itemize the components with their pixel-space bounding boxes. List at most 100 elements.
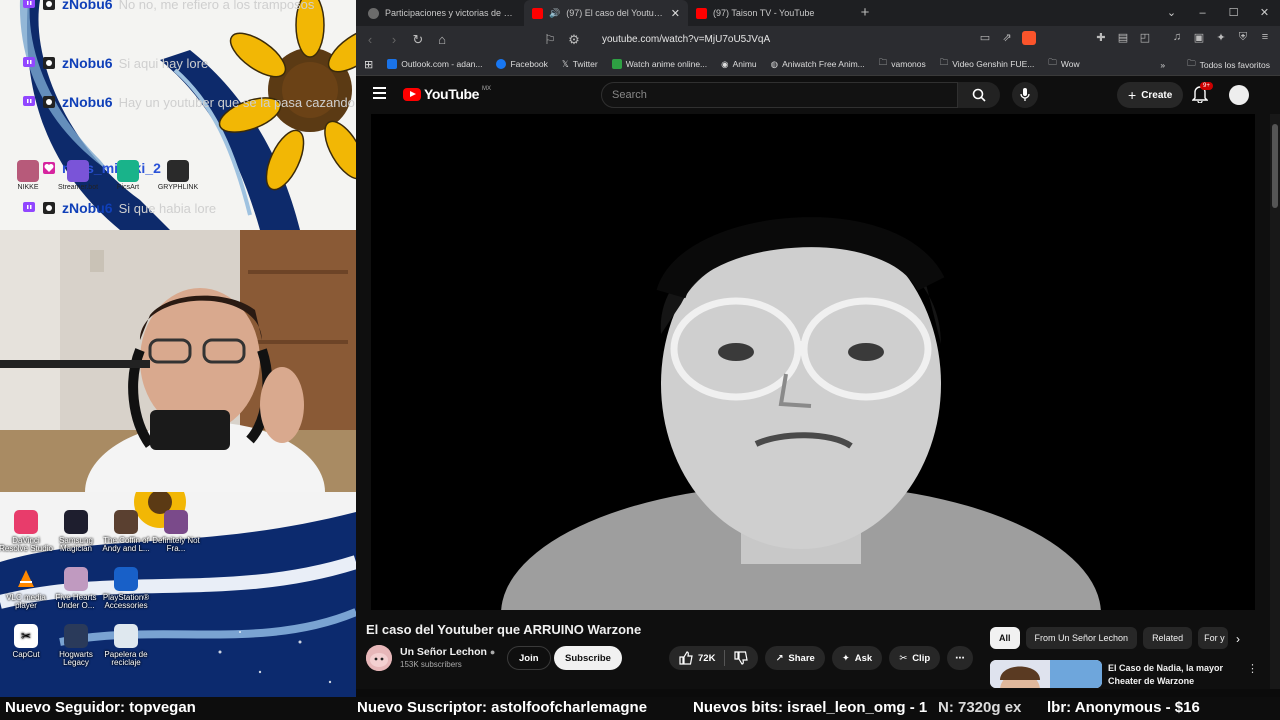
apps-grid-icon[interactable]: ⊞ <box>364 58 373 71</box>
bookmark-watch-anime[interactable]: Watch anime online... <box>611 59 707 69</box>
brave-shield-icon[interactable] <box>1022 31 1036 45</box>
tab-faker[interactable]: Participaciones y victorias de Faker <box>360 0 524 26</box>
leo-icon[interactable]: ✦ <box>1214 31 1228 45</box>
tabs-icon[interactable]: ▣ <box>1192 31 1206 45</box>
tab-taison[interactable]: (97) Taison TV - YouTube <box>688 0 852 26</box>
account-avatar[interactable] <box>1229 85 1249 105</box>
x-logo-icon: 𝕏 <box>561 58 569 69</box>
desktop-icon[interactable]: Samsung Magician <box>48 510 104 554</box>
sunflower-wallpaper <box>19 0 356 230</box>
tab-youtube-current[interactable]: 🔊 (97) El caso del Youtuber que ✕ <box>524 0 688 26</box>
folder-icon: 🗀 <box>1187 57 1196 68</box>
minimize-button[interactable]: – <box>1187 0 1218 26</box>
bookmark-facebook[interactable]: Facebook <box>496 59 548 69</box>
vpn-icon[interactable]: ⛨ <box>1236 31 1250 45</box>
app-icon <box>64 624 88 648</box>
bookmark-animu[interactable]: ◉ Animu <box>721 59 757 70</box>
like-button[interactable]: 72K <box>669 646 759 670</box>
create-button[interactable]: + Create <box>1117 82 1184 108</box>
search-button[interactable] <box>958 82 1000 108</box>
tab-strip: Participaciones y victorias de Faker 🔊 (… <box>356 0 1280 26</box>
desktop-icon[interactable]: GRYPHLINK <box>156 160 200 191</box>
new-tab-button[interactable]: + <box>852 0 878 26</box>
desktop-icon[interactable]: VLC media player <box>0 567 54 611</box>
recommended-thumbnail[interactable] <box>990 660 1102 688</box>
ticker-subscriber: Nuevo Suscriptor: astolfoofcharlemagne <box>357 699 648 716</box>
desktop-icon[interactable]: Papelera de reciclaje <box>98 624 154 668</box>
desktop-icon[interactable]: ✂ CapCut <box>0 624 54 659</box>
puzzle-icon[interactable]: ✚ <box>1094 31 1108 45</box>
user-badge-icon <box>42 201 56 215</box>
url-bar[interactable]: youtube.com/watch?v=MjU7oU5JVqA <box>602 34 770 45</box>
close-tab-icon[interactable]: ✕ <box>671 7 680 20</box>
sidebar-icon[interactable]: ▤ <box>1116 31 1130 45</box>
folder-icon: 🗀 <box>878 57 888 67</box>
share-button[interactable]: ↗ Share <box>765 646 825 670</box>
chip-all[interactable]: All <box>990 627 1020 649</box>
bookmark-folder-wow[interactable]: 🗀 Wow <box>1048 57 1079 71</box>
desktop-wallpaper: DaVinci Resolve Studio Samsung Magician … <box>0 492 356 697</box>
youtube-logo[interactable]: YouTube MX <box>403 86 491 102</box>
desktop-icon[interactable]: PlayStation® Accessories <box>98 567 154 611</box>
chevron-down-icon[interactable]: ⌄ <box>1156 0 1187 26</box>
desktop-icon[interactable]: Definitely Not Fra... <box>148 510 204 554</box>
bookmark-aniwatch[interactable]: ◍ Aniwatch Free Anim... <box>771 59 865 70</box>
desktop-icon[interactable]: Five Hearts Under O... <box>48 567 104 611</box>
wallet-icon[interactable]: ◰ <box>1138 31 1152 45</box>
bookmark-twitter[interactable]: 𝕏 Twitter <box>562 59 598 70</box>
desktop-icon[interactable]: PicsArt <box>106 160 150 191</box>
video-player[interactable] <box>371 114 1255 610</box>
bookmark-folder-vamonos[interactable]: 🗀 vamonos <box>879 57 926 71</box>
search-input[interactable]: Search <box>601 82 958 108</box>
bookmark-icon[interactable]: ⚐ <box>542 32 558 48</box>
scrollbar-thumb[interactable] <box>1272 124 1278 208</box>
more-actions-button[interactable]: ⋯ <box>947 646 973 670</box>
chip-from-channel[interactable]: From Un Señor Lechon <box>1025 627 1138 649</box>
share-icon[interactable]: ⇗ <box>1000 31 1014 45</box>
cast-icon[interactable]: ▭ <box>978 31 992 45</box>
playstation-icon <box>114 567 138 591</box>
desktop-icon[interactable]: Streamer.bot <box>56 160 100 191</box>
clip-button[interactable]: ✂ Clip <box>889 646 941 670</box>
site-info-icon[interactable]: ⚙ <box>566 32 582 48</box>
desktop-icon[interactable]: Hogwarts Legacy <box>48 624 104 668</box>
chip-for-you[interactable]: For y <box>1198 627 1229 649</box>
join-button[interactable]: Join <box>507 646 551 670</box>
close-window-button[interactable]: ✕ <box>1249 0 1280 26</box>
ticker-overlap: N: 7320g ex <box>938 699 1022 716</box>
forward-icon[interactable]: › <box>386 32 402 47</box>
all-bookmarks[interactable]: » 🗀 Todos los favoritos <box>1160 53 1270 76</box>
back-icon[interactable]: ‹ <box>362 32 378 47</box>
desktop-icon[interactable]: The Coffin of Andy and L... <box>98 510 154 554</box>
outlook-icon <box>387 59 398 69</box>
capcut-icon: ✂ <box>14 624 38 648</box>
chat-text: Si que habia lore <box>118 200 217 216</box>
thumbs-down-icon[interactable] <box>734 651 749 665</box>
anime-site-icon <box>611 59 622 69</box>
hamburger-menu-icon[interactable] <box>373 87 386 102</box>
desktop-icon[interactable]: DaVinci Resolve Studio <box>0 510 54 554</box>
channel-avatar[interactable] <box>366 645 392 671</box>
app-icon <box>64 510 88 534</box>
voice-search-button[interactable] <box>1012 82 1038 108</box>
video-frame <box>371 114 1255 610</box>
recommended-video[interactable]: El Caso de Nadia, la mayor Cheater de Wa… <box>990 660 1260 688</box>
menu-icon[interactable]: ≡ <box>1258 31 1272 45</box>
chevron-right-icon[interactable]: › <box>1236 632 1240 646</box>
bookmark-folder-genshin[interactable]: 🗀 Video Genshin FUE... <box>940 57 1035 71</box>
desktop-icon[interactable]: NIKKE <box>6 160 50 191</box>
ask-button[interactable]: ✦ Ask <box>831 646 883 670</box>
music-icon[interactable]: ♫ <box>1170 31 1184 45</box>
video-title: El caso del Youtuber que ARRUINO Warzone <box>366 622 642 637</box>
channel-name[interactable]: Un Señor Lechon ● <box>400 646 495 658</box>
bookmark-outlook[interactable]: Outlook.com - adan... <box>387 59 482 69</box>
recommendation-chips: All From Un Señor Lechon Related For y <box>990 627 1229 649</box>
chip-related[interactable]: Related <box>1143 627 1193 649</box>
subscribe-button[interactable]: Subscribe <box>554 646 622 670</box>
reload-icon[interactable]: ↻ <box>410 32 426 48</box>
page-scrollbar[interactable] <box>1270 114 1280 689</box>
maximize-button[interactable]: ☐ <box>1218 0 1249 26</box>
more-options-icon[interactable]: ⋮ <box>1247 662 1258 675</box>
home-icon[interactable]: ⌂ <box>434 32 450 47</box>
chevron-right-icon[interactable]: » <box>1160 60 1165 70</box>
